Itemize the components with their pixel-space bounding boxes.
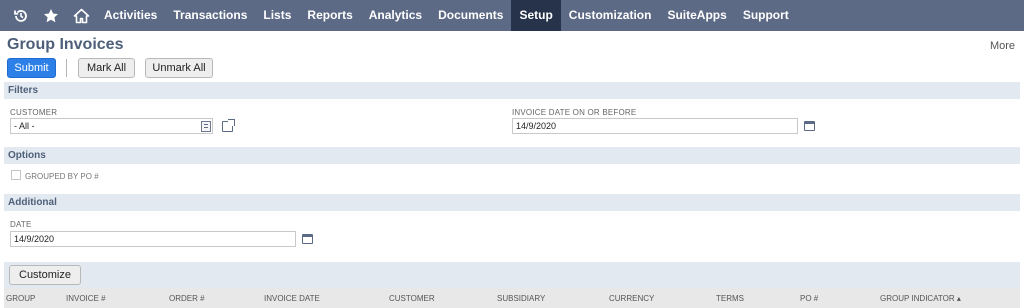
unmark-all-button[interactable]: Unmark All — [145, 58, 213, 78]
column-header-customer[interactable]: CUSTOMER — [389, 294, 435, 303]
date-label: DATE — [10, 220, 32, 229]
recent-icon[interactable] — [6, 0, 36, 31]
top-navigation: Activities Transactions Lists Reports An… — [0, 0, 1024, 31]
home-icon[interactable] — [66, 0, 96, 31]
options-section-header[interactable]: Options — [4, 147, 1020, 164]
nav-item-support[interactable]: Support — [735, 0, 797, 31]
nav-item-analytics[interactable]: Analytics — [361, 0, 430, 31]
invoice-date-field[interactable]: 14/9/2020 — [512, 118, 798, 134]
nav-item-reports[interactable]: Reports — [299, 0, 360, 31]
nav-item-setup[interactable]: Setup — [511, 0, 561, 31]
additional-section-header[interactable]: Additional — [4, 194, 1020, 211]
list-picker-icon[interactable] — [201, 121, 211, 132]
column-header-subsidiary[interactable]: SUBSIDIARY — [497, 294, 545, 303]
customer-label: CUSTOMER — [10, 108, 58, 117]
table-header-row: GROUP INVOICE # ORDER # INVOICE DATE CUS… — [4, 288, 1020, 308]
column-header-invoice-number[interactable]: INVOICE # — [66, 294, 106, 303]
list-toolbar: Customize — [4, 262, 1020, 288]
submit-button[interactable]: Submit — [7, 58, 56, 78]
column-header-group-indicator[interactable]: GROUP INDICATOR ▴ — [880, 294, 961, 303]
invoice-date-label: INVOICE DATE ON OR BEFORE — [512, 108, 637, 117]
customer-select[interactable]: - All - — [10, 118, 213, 134]
column-header-currency[interactable]: CURRENCY — [609, 294, 654, 303]
nav-item-lists[interactable]: Lists — [255, 0, 299, 31]
mark-all-button[interactable]: Mark All — [78, 58, 135, 78]
open-record-icon[interactable] — [222, 119, 235, 132]
nav-item-customization[interactable]: Customization — [561, 0, 660, 31]
calendar-icon[interactable] — [302, 234, 313, 244]
grouped-by-po-label: GROUPED BY PO # — [25, 172, 99, 181]
column-header-invoice-date[interactable]: INVOICE DATE — [264, 294, 320, 303]
grouped-by-po-checkbox[interactable] — [11, 170, 21, 180]
more-link[interactable]: More — [990, 40, 1015, 52]
nav-item-activities[interactable]: Activities — [96, 0, 165, 31]
nav-item-transactions[interactable]: Transactions — [165, 0, 255, 31]
column-header-po-number[interactable]: PO # — [800, 294, 818, 303]
date-field[interactable]: 14/9/2020 — [10, 231, 296, 247]
column-header-terms[interactable]: TERMS — [716, 294, 744, 303]
column-header-group[interactable]: GROUP — [6, 294, 35, 303]
nav-item-documents[interactable]: Documents — [430, 0, 511, 31]
filters-section-header[interactable]: Filters — [4, 82, 1020, 99]
toolbar-divider — [66, 59, 67, 77]
star-icon[interactable] — [36, 0, 66, 31]
page-title: Group Invoices — [7, 36, 124, 53]
column-header-order-number[interactable]: ORDER # — [169, 294, 205, 303]
customize-button[interactable]: Customize — [9, 265, 81, 285]
nav-item-suiteapps[interactable]: SuiteApps — [659, 0, 734, 31]
calendar-icon[interactable] — [804, 121, 815, 131]
